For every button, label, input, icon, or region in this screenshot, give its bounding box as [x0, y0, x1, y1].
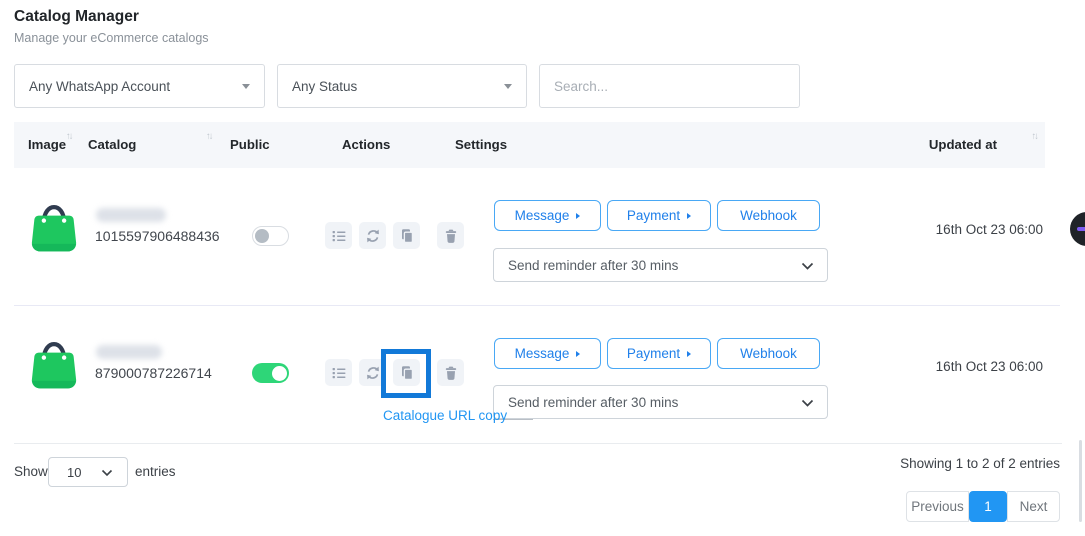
caret-right-icon: [576, 213, 580, 219]
showing-entries-text: Showing 1 to 2 of 2 entries: [900, 456, 1060, 471]
reminder-select-value: Send reminder after 30 mins: [508, 395, 678, 410]
previous-page-button[interactable]: Previous: [906, 491, 969, 522]
sync-button[interactable]: [359, 222, 386, 249]
toggle-knob: [255, 229, 269, 243]
reminder-select[interactable]: Send reminder after 30 mins: [493, 385, 828, 419]
message-settings-button[interactable]: Message: [494, 200, 601, 231]
column-header-catalog[interactable]: Catalog: [88, 122, 136, 168]
reminder-select-value: Send reminder after 30 mins: [508, 258, 678, 273]
annotation-label: Catalogue URL copy: [383, 408, 507, 423]
annotation-highlight-box: [381, 349, 431, 398]
caret-right-icon: [687, 213, 691, 219]
view-items-button[interactable]: [325, 359, 352, 386]
column-header-actions: Actions: [342, 122, 390, 168]
page-title: Catalog Manager: [14, 8, 139, 26]
chevron-down-icon: [801, 262, 814, 271]
webhook-button-label: Webhook: [740, 208, 797, 223]
catalog-bag-icon: [27, 193, 81, 260]
message-settings-button[interactable]: Message: [494, 338, 601, 369]
page-size-value: 10: [67, 465, 81, 480]
chevron-down-icon: [504, 84, 512, 89]
webhook-button-label: Webhook: [740, 346, 797, 361]
catalog-name-redacted: [96, 208, 166, 222]
page-subtitle: Manage your eCommerce catalogs: [14, 31, 209, 45]
caret-right-icon: [687, 351, 691, 357]
catalog-name-redacted: [96, 345, 162, 359]
reminder-select[interactable]: Send reminder after 30 mins: [493, 248, 828, 282]
payment-button-label: Payment: [627, 346, 680, 361]
page-size-select[interactable]: 10: [48, 457, 128, 487]
updated-at: 16th Oct 23 06:00: [936, 359, 1043, 374]
status-dropdown[interactable]: Any Status: [277, 64, 527, 108]
webhook-settings-button[interactable]: Webhook: [717, 338, 820, 369]
message-button-label: Message: [515, 346, 570, 361]
payment-settings-button[interactable]: Payment: [607, 338, 711, 369]
row-divider: [14, 305, 1060, 306]
column-header-image[interactable]: Image: [28, 122, 66, 168]
copy-url-button[interactable]: [393, 222, 420, 249]
catalog-bag-icon: [27, 330, 81, 397]
list-icon: [331, 228, 347, 244]
floating-help-button[interactable]: [1070, 212, 1085, 246]
sync-icon: [365, 228, 381, 244]
fab-dash-icon: [1077, 227, 1085, 231]
search-input[interactable]: [539, 64, 800, 108]
message-button-label: Message: [515, 208, 570, 223]
updated-at: 16th Oct 23 06:00: [936, 222, 1043, 237]
scrollbar-thumb[interactable]: [1079, 440, 1082, 522]
catalog-id: 879000787226714: [95, 365, 212, 381]
view-items-button[interactable]: [325, 222, 352, 249]
copy-icon: [399, 228, 415, 244]
sync-icon: [365, 365, 381, 381]
chevron-down-icon: [801, 399, 814, 408]
chevron-down-icon: [101, 469, 113, 477]
delete-button[interactable]: [437, 359, 464, 386]
chevron-down-icon: [242, 84, 250, 89]
whatsapp-account-dropdown-value: Any WhatsApp Account: [29, 79, 170, 94]
delete-button[interactable]: [437, 222, 464, 249]
column-header-updated-at[interactable]: Updated at: [929, 122, 997, 168]
next-page-button[interactable]: Next: [1007, 491, 1060, 522]
payment-settings-button[interactable]: Payment: [607, 200, 711, 231]
sort-icon[interactable]: ↑↓: [66, 131, 72, 142]
show-label: Show: [14, 464, 48, 479]
whatsapp-account-dropdown[interactable]: Any WhatsApp Account: [14, 64, 265, 108]
webhook-settings-button[interactable]: Webhook: [717, 200, 820, 231]
column-header-settings: Settings: [455, 122, 507, 168]
caret-right-icon: [576, 351, 580, 357]
payment-button-label: Payment: [627, 208, 680, 223]
public-toggle-on[interactable]: [252, 363, 289, 383]
public-toggle-off[interactable]: [252, 226, 289, 246]
page-1-button[interactable]: 1: [969, 491, 1007, 522]
catalog-id: 1015597906488436: [95, 228, 220, 244]
table-header: Image ↑↓ Catalog ↑↓ Public Actions Setti…: [14, 122, 1045, 168]
entries-label: entries: [135, 464, 176, 479]
sort-icon[interactable]: ↑↓: [206, 131, 212, 142]
trash-icon: [443, 228, 459, 244]
list-icon: [331, 365, 347, 381]
trash-icon: [443, 365, 459, 381]
catalog-manager-page: Catalog Manager Manage your eCommerce ca…: [0, 0, 1085, 536]
table-bottom-divider: [14, 443, 1062, 444]
column-header-public: Public: [230, 122, 270, 168]
sort-icon[interactable]: ↑↓: [1032, 131, 1038, 142]
status-dropdown-value: Any Status: [292, 79, 357, 94]
toggle-knob: [272, 366, 287, 381]
